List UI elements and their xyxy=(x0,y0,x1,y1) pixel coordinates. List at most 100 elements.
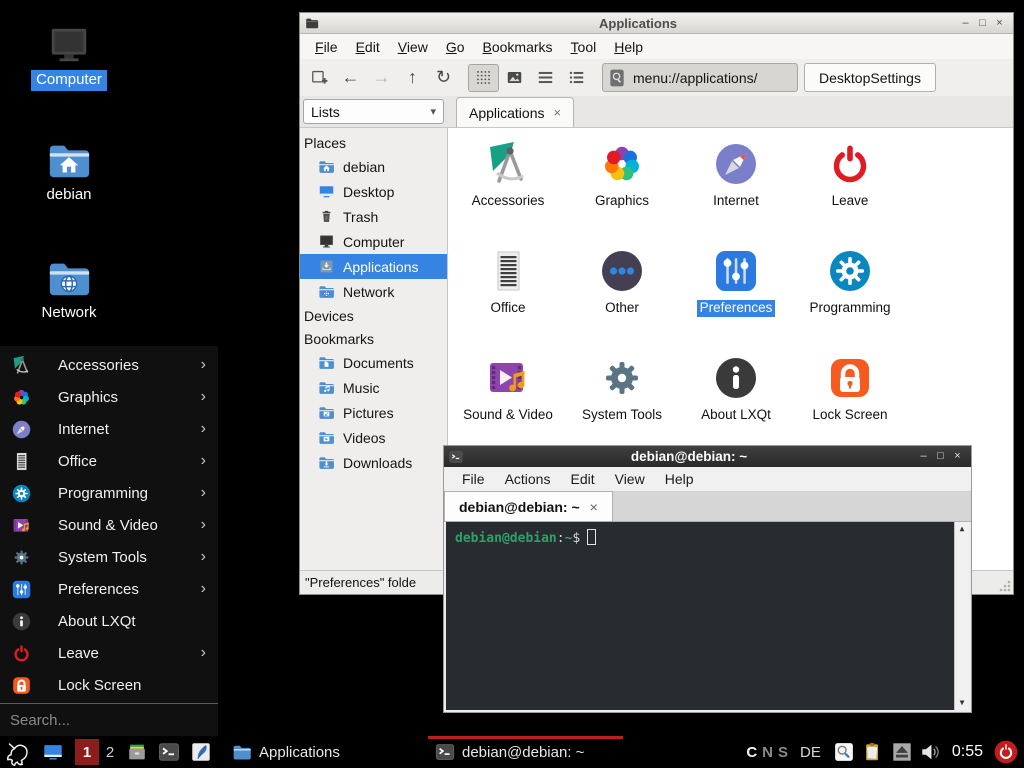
menu-help[interactable]: Help xyxy=(605,39,652,55)
tab-applications[interactable]: Applications × xyxy=(456,97,574,127)
menu-view[interactable]: View xyxy=(389,39,437,55)
documents-folder-icon xyxy=(318,354,335,371)
maximize-button[interactable]: □ xyxy=(932,446,949,467)
menu-search-input[interactable] xyxy=(10,712,200,729)
new-tab-button[interactable] xyxy=(304,64,335,92)
folder-label: Office xyxy=(487,300,528,317)
menu-item-programming[interactable]: Programming› xyxy=(0,477,218,509)
about-lxqt-icon xyxy=(11,611,32,632)
sidebar-item-trash[interactable]: Trash xyxy=(300,204,447,229)
clock[interactable]: 0:55 xyxy=(952,743,983,761)
tray-screenshot[interactable] xyxy=(833,741,855,763)
show-desktop-button[interactable] xyxy=(42,741,64,763)
terminal-output[interactable]: debian@debian:~$ ▲ ▼ xyxy=(446,522,969,710)
menu-edit[interactable]: Edit xyxy=(560,471,604,487)
desktop-icon-computer[interactable]: Computer xyxy=(25,22,113,91)
desktop-icon-network[interactable]: Network xyxy=(25,255,113,324)
sidebar-item-videos[interactable]: Videos xyxy=(300,425,447,450)
menu-item-system-tools[interactable]: System Tools› xyxy=(0,541,218,573)
menu-item-sound-video[interactable]: Sound & Video› xyxy=(0,509,218,541)
thumbnail-view-button[interactable] xyxy=(499,64,530,92)
tab-close-icon[interactable]: × xyxy=(590,499,598,515)
menu-edit[interactable]: Edit xyxy=(347,39,389,55)
menu-item-internet[interactable]: Internet› xyxy=(0,413,218,445)
quicklaunch-file-manager[interactable] xyxy=(126,741,148,763)
minimize-button[interactable]: – xyxy=(957,13,974,34)
sidebar-item-pictures[interactable]: Pictures xyxy=(300,400,447,425)
sidebar-item-music[interactable]: Music xyxy=(300,375,447,400)
start-menu-button[interactable] xyxy=(5,739,32,766)
menu-item-preferences[interactable]: Preferences› xyxy=(0,573,218,605)
folder-internet[interactable]: Internet xyxy=(679,140,793,247)
resize-grip[interactable] xyxy=(999,580,1011,592)
sidebar-item-applications[interactable]: Applications xyxy=(300,254,447,279)
fm-titlebar[interactable]: Applications – □ × xyxy=(300,13,1013,34)
up-button[interactable]: ↑ xyxy=(397,64,428,92)
scroll-up-icon[interactable]: ▲ xyxy=(960,522,965,536)
terminal-titlebar[interactable]: debian@debian: ~ – □ × xyxy=(444,446,971,467)
menu-go[interactable]: Go xyxy=(437,39,474,55)
task-button-applications[interactable]: Applications xyxy=(225,736,420,768)
menu-item-office[interactable]: Office› xyxy=(0,445,218,477)
computer-icon xyxy=(46,22,92,68)
workspace-1-button[interactable]: 1 xyxy=(75,739,99,765)
menu-tool[interactable]: Tool xyxy=(562,39,606,55)
reload-button[interactable]: ↻ xyxy=(428,64,459,92)
task-button-terminal[interactable]: debian@debian: ~ xyxy=(428,736,623,768)
keyboard-layout[interactable]: DE xyxy=(800,744,821,761)
back-button[interactable]: ← xyxy=(335,64,366,92)
minimize-button[interactable]: – xyxy=(915,446,932,467)
sidebar-item-network[interactable]: Network xyxy=(300,279,447,304)
downloads-folder-icon xyxy=(318,454,335,471)
internet-icon xyxy=(712,140,760,188)
menu-item-about-lxqt[interactable]: About LXQt xyxy=(0,605,218,637)
sidebar-item-debian[interactable]: debian xyxy=(300,154,447,179)
terminal-scrollbar[interactable]: ▲ ▼ xyxy=(954,522,969,710)
menu-file[interactable]: File xyxy=(306,39,347,55)
compact-view-button[interactable] xyxy=(530,64,561,92)
close-button[interactable]: × xyxy=(949,446,966,467)
desktop-settings-button[interactable]: DesktopSettings xyxy=(804,63,936,92)
quicklaunch-featherpad[interactable] xyxy=(190,741,212,763)
menu-item-label: Leave xyxy=(58,645,201,662)
forward-button[interactable]: → xyxy=(366,64,397,92)
workspace-2-button[interactable]: 2 xyxy=(99,744,121,761)
sidebar-item-computer[interactable]: Computer xyxy=(300,229,447,254)
path-bar[interactable]: menu://applications/ xyxy=(602,63,798,92)
leave-button[interactable] xyxy=(993,739,1019,765)
close-button[interactable]: × xyxy=(991,13,1008,34)
quicklaunch-terminal[interactable] xyxy=(158,741,180,763)
folder-office[interactable]: Office xyxy=(451,247,565,354)
tab-close-icon[interactable]: × xyxy=(554,105,562,120)
scroll-down-icon[interactable]: ▼ xyxy=(960,696,965,710)
menu-item-leave[interactable]: Leave› xyxy=(0,637,218,669)
desktop-icon-debian[interactable]: debian xyxy=(25,137,113,206)
folder-preferences[interactable]: Preferences xyxy=(679,247,793,354)
sidebar-item-downloads[interactable]: Downloads xyxy=(300,450,447,475)
detailed-view-button[interactable] xyxy=(561,64,592,92)
folder-programming[interactable]: Programming xyxy=(793,247,907,354)
terminal-tab[interactable]: debian@debian: ~ × xyxy=(444,491,613,521)
tray-volume[interactable] xyxy=(920,741,942,763)
menu-help[interactable]: Help xyxy=(655,471,704,487)
menu-item-lock-screen[interactable]: Lock Screen xyxy=(0,669,218,701)
sidebar-item-documents[interactable]: Documents xyxy=(300,350,447,375)
sidepanel-mode-select[interactable]: Lists ▾ xyxy=(303,99,444,124)
menu-view[interactable]: View xyxy=(605,471,655,487)
menu-item-accessories[interactable]: Accessories› xyxy=(0,349,218,381)
folder-other[interactable]: Other xyxy=(565,247,679,354)
folder-accessories[interactable]: Accessories xyxy=(451,140,565,247)
maximize-button[interactable]: □ xyxy=(974,13,991,34)
sidebar-item-label: Videos xyxy=(343,430,386,446)
menu-actions[interactable]: Actions xyxy=(495,471,561,487)
menu-item-graphics[interactable]: Graphics› xyxy=(0,381,218,413)
tray-removable-media[interactable] xyxy=(891,741,913,763)
icon-view-button[interactable] xyxy=(468,64,499,92)
folder-leave[interactable]: Leave xyxy=(793,140,907,247)
sidebar-item-desktop[interactable]: Desktop xyxy=(300,179,447,204)
tray-clipboard[interactable] xyxy=(862,741,884,763)
folder-graphics[interactable]: Graphics xyxy=(565,140,679,247)
menu-file[interactable]: File xyxy=(452,471,495,487)
desktop-icon xyxy=(318,183,335,200)
menu-bookmarks[interactable]: Bookmarks xyxy=(474,39,562,55)
